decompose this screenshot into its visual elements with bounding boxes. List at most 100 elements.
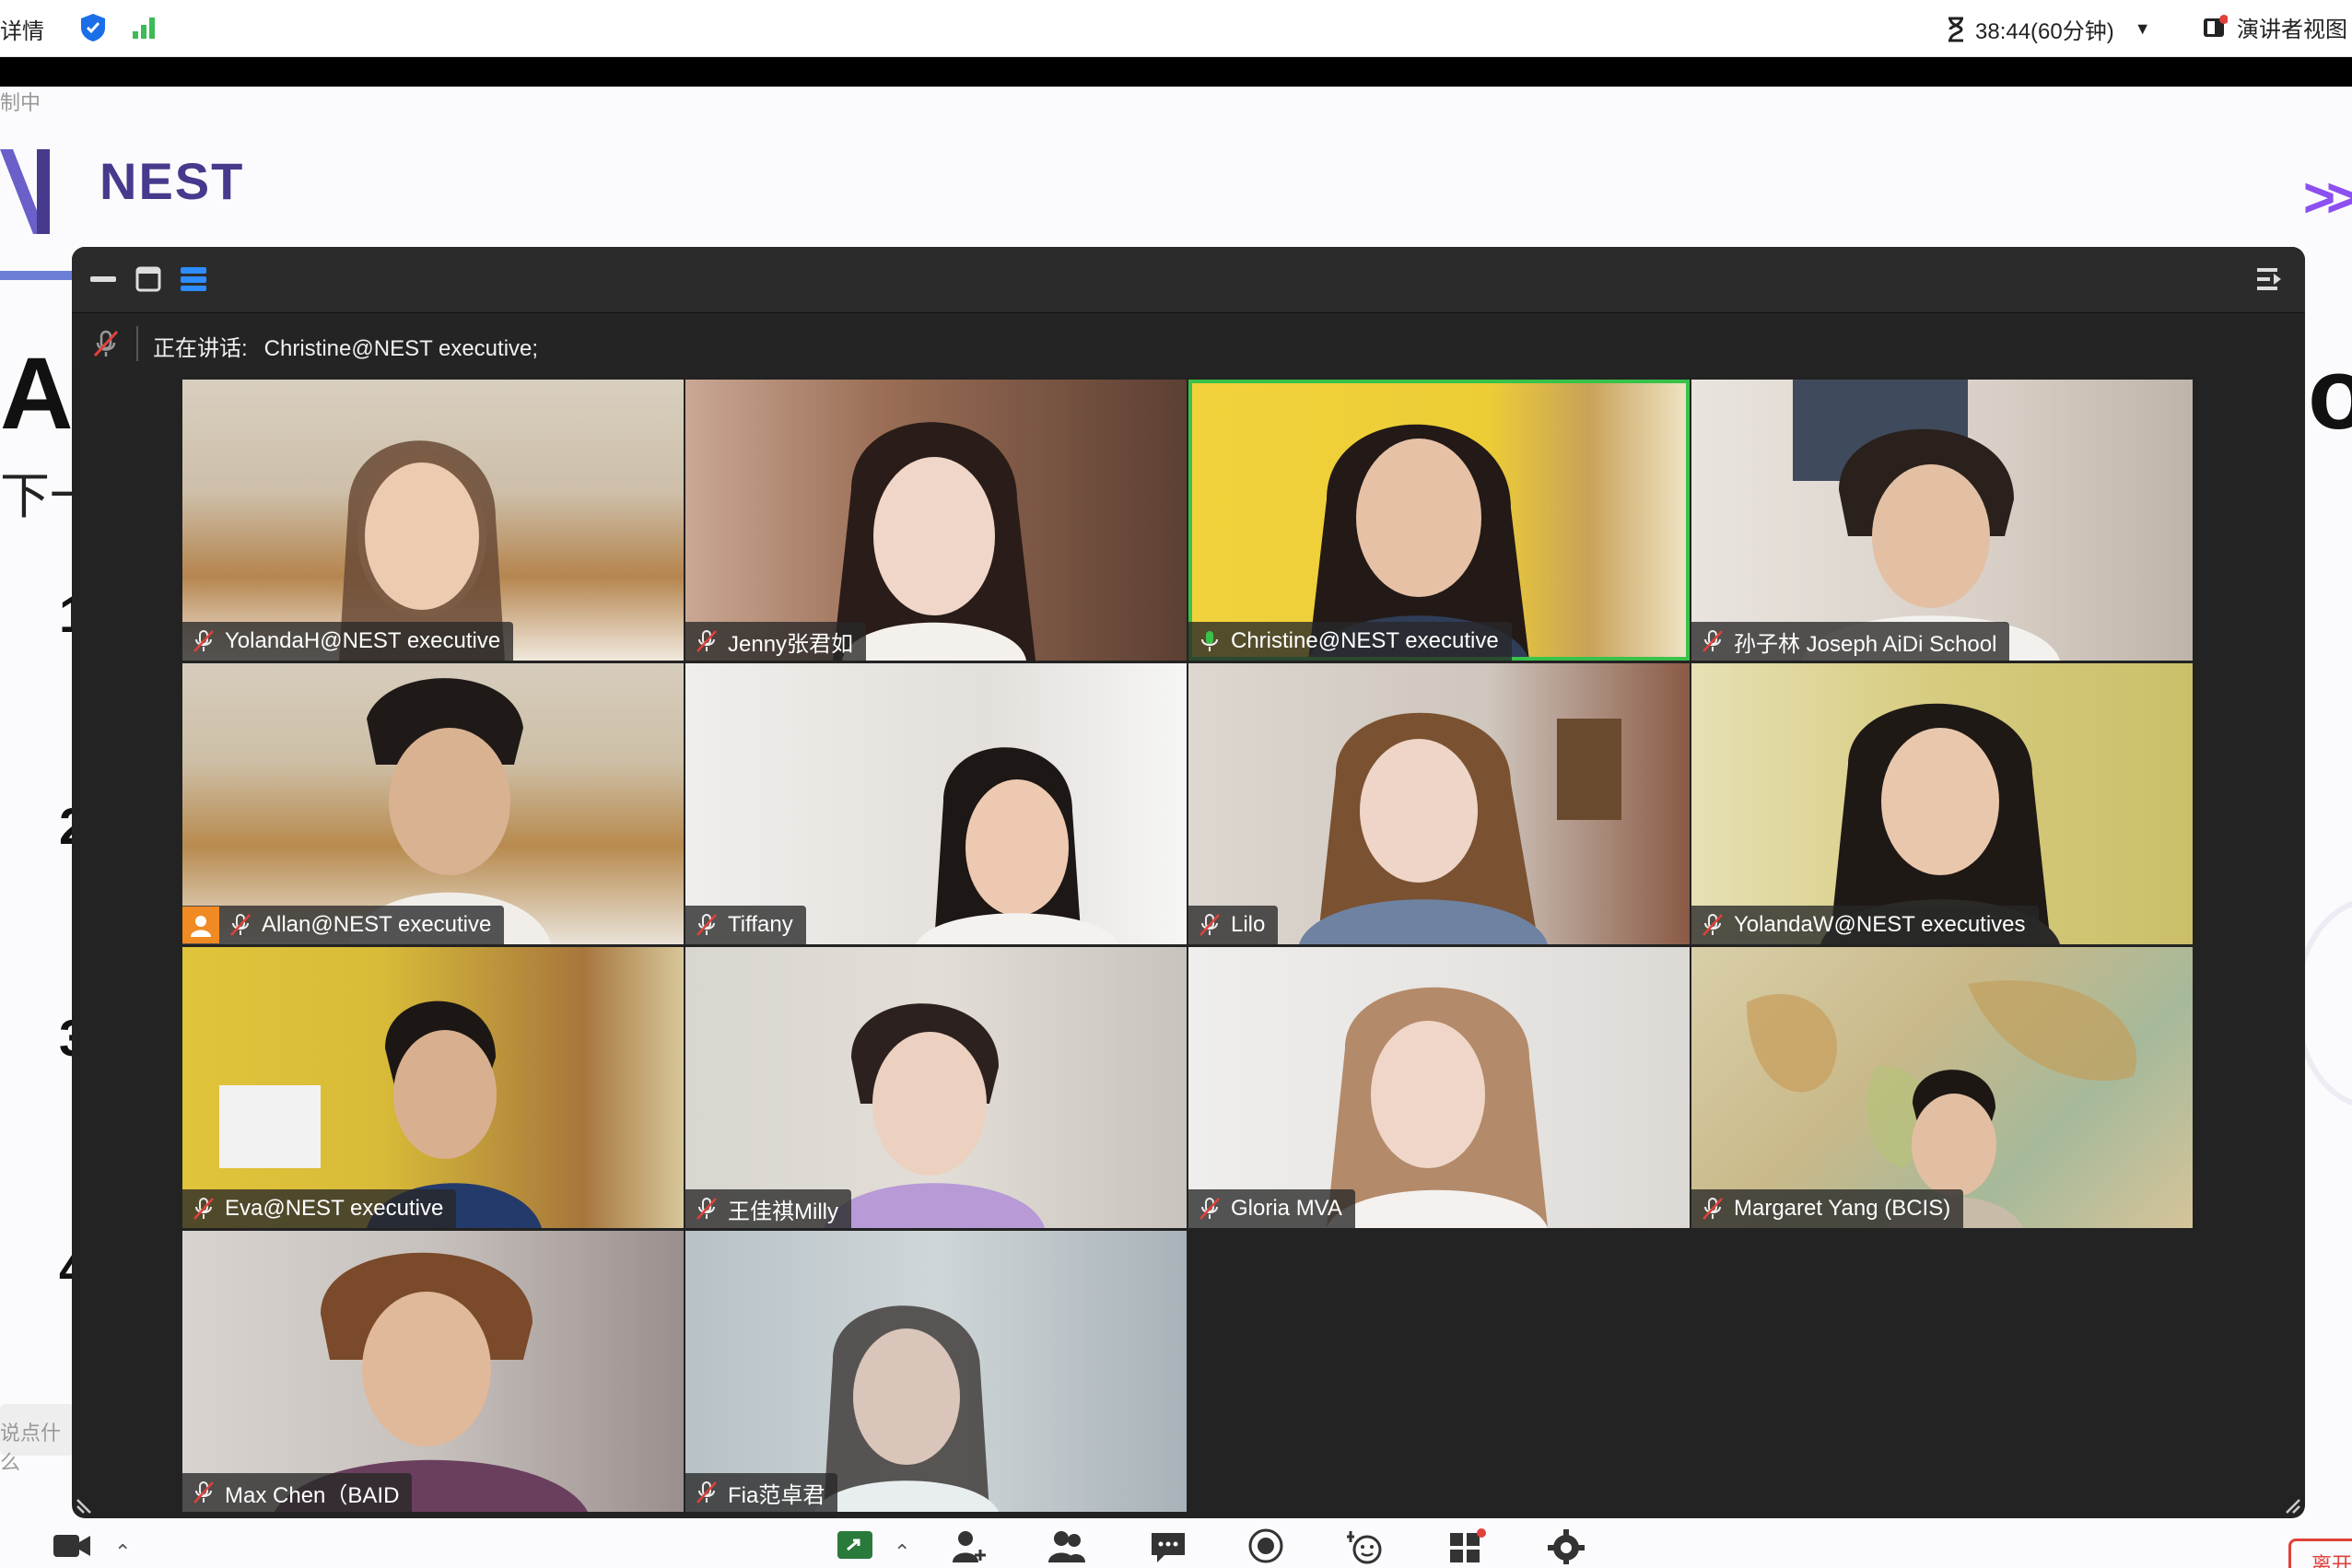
timer-text: 38:44(60分钟) (1975, 19, 2114, 44)
participant-name: YolandaW@NEST executives (1734, 912, 2026, 937)
chevron-up-icon[interactable]: ⌃ (894, 1540, 910, 1564)
participant-tile[interactable]: 孙子林 Joseph AiDi School (1691, 380, 2193, 661)
participant-tile[interactable]: 王佳祺Milly (685, 947, 1187, 1228)
muted-mic-icon (193, 1481, 214, 1504)
participant-name: Tiffany (728, 912, 793, 937)
share-screen-icon[interactable] (835, 1527, 875, 1564)
chat-icon[interactable] (1148, 1527, 1188, 1564)
participant-name: 王佳祺Milly (728, 1199, 838, 1224)
participant-tile-active[interactable]: Christine@NEST executive (1188, 380, 1690, 661)
maximize-icon[interactable] (135, 265, 162, 293)
participant-name: Eva@NEST executive (225, 1196, 444, 1221)
gallery-view-icon[interactable] (179, 265, 208, 293)
muted-mic-icon (193, 630, 214, 652)
participant-video (814, 1305, 999, 1512)
avatar (182, 907, 219, 943)
participant-name-tag: Max Chen（BAID (182, 1473, 413, 1512)
participant-video (1299, 712, 1621, 944)
participant-tile[interactable]: YolandaW@NEST executives (1691, 663, 2193, 944)
muted-mic-icon[interactable] (90, 328, 122, 359)
apps-icon[interactable] (1446, 1527, 1487, 1564)
slide-accent-bar (0, 271, 74, 280)
muted-mic-icon (1199, 914, 1220, 936)
reactions-icon[interactable] (1345, 1527, 1386, 1564)
participant-tile[interactable]: Eva@NEST executive (182, 947, 684, 1228)
participant-name: Max Chen（BAID (225, 1482, 400, 1508)
resize-handle-icon[interactable] (2277, 1491, 2301, 1515)
minimize-icon[interactable] (90, 275, 118, 284)
meeting-details-link[interactable]: 详情 (0, 13, 44, 45)
participant-tile[interactable]: Margaret Yang (BCIS) (1691, 947, 2193, 1228)
participant-tile[interactable]: Allan@NEST executive (182, 663, 684, 944)
double-chevron-icon: >> (2303, 167, 2352, 228)
participant-name-tag: Fia范卓君 (685, 1473, 838, 1512)
participant-tile[interactable]: YolandaH@NEST executive (182, 380, 684, 661)
participant-name: Christine@NEST executive (1231, 628, 1499, 653)
network-signal-icon[interactable] (131, 15, 158, 41)
speaking-status: 正在讲话: Christine@NEST executive; (153, 330, 538, 362)
screen-share-border (0, 57, 2352, 87)
participant-video (219, 1000, 542, 1228)
participant-video (1308, 424, 1529, 661)
slide-corner-text: 制中 (0, 91, 41, 114)
participant-tile[interactable]: Fia范卓君 (685, 1231, 1187, 1512)
chevron-down-icon[interactable]: ▼ (2135, 19, 2151, 39)
participant-video (1820, 703, 2060, 944)
participant-name-tag: Christine@NEST executive (1188, 622, 1512, 661)
video-camera-icon[interactable] (52, 1527, 92, 1564)
chevron-up-icon[interactable]: ⌃ (114, 1540, 131, 1564)
participant-name-tag: 孙子林 Joseph AiDi School (1691, 622, 2010, 661)
active-speaker-bar: 正在讲话: Christine@NEST executive; (72, 313, 2305, 374)
record-icon[interactable] (1246, 1527, 1286, 1564)
meeting-toolbar: ⌃ ⌃ (0, 1524, 2352, 1568)
participant-name-tag: 王佳祺Milly (685, 1189, 851, 1228)
participant-name-tag: YolandaW@NEST executives (1691, 906, 2039, 944)
participant-name: Margaret Yang (BCIS) (1734, 1196, 1951, 1221)
settings-icon[interactable] (1546, 1527, 1586, 1564)
muted-mic-icon (696, 914, 717, 936)
participant-tile[interactable]: Lilo (1188, 663, 1690, 944)
participant-video (916, 747, 1118, 944)
participant-name-tag: Jenny张君如 (685, 622, 867, 661)
meeting-timer[interactable]: 38:44(60分钟) ▼ (1946, 13, 2151, 45)
muted-mic-icon (1199, 1198, 1220, 1220)
participant-name: Gloria MVA (1231, 1196, 1342, 1221)
chat-input-stub[interactable]: 说点什么 (0, 1404, 74, 1474)
resize-handle-icon[interactable] (76, 1491, 99, 1515)
participant-video (833, 422, 1036, 661)
slide-heading-right: ol (2308, 337, 2352, 451)
participant-video (1747, 980, 2137, 1228)
participant-name-tag: Eva@NEST executive (182, 1189, 457, 1228)
speaker-bar-divider (136, 326, 138, 361)
speaker-view-button[interactable]: 演讲者视图 (2202, 11, 2347, 43)
participant-name-tag: Margaret Yang (BCIS) (1691, 1189, 1964, 1228)
meeting-info-bar: 详情 38:44(60分钟) ▼ 演讲者视图 (0, 0, 2352, 57)
hourglass-icon (1948, 17, 1963, 41)
participant-name: Allan@NEST executive (262, 912, 492, 937)
hide-panel-icon[interactable] (2255, 265, 2285, 293)
participant-video (1793, 380, 2060, 661)
participant-tile[interactable]: Tiffany (685, 663, 1187, 944)
participant-name-tag: YolandaH@NEST executive (182, 622, 514, 661)
participant-video (275, 1252, 588, 1512)
user-avatar-icon (191, 916, 211, 937)
speaking-name: Christine@NEST executive; (263, 336, 539, 361)
security-shield-icon[interactable] (79, 12, 107, 43)
participant-name: YolandaH@NEST executive (225, 628, 501, 653)
participant-video (339, 440, 505, 661)
muted-mic-icon (1703, 914, 1723, 936)
gallery-view-window: 正在讲话: Christine@NEST executive; YolandaH@… (72, 247, 2305, 1518)
leave-button[interactable]: 离开 (2288, 1539, 2352, 1568)
participants-icon[interactable] (1047, 1527, 1087, 1564)
participant-tile[interactable]: Jenny张君如 (685, 380, 1187, 661)
participants-add-icon[interactable] (949, 1527, 989, 1564)
participant-tile[interactable]: Gloria MVA (1188, 947, 1690, 1228)
participant-name: Jenny张君如 (728, 631, 854, 657)
participant-name-tag: Allan@NEST executive (182, 906, 505, 944)
muted-mic-icon (1703, 630, 1723, 652)
speaker-view-icon (2204, 14, 2228, 37)
participant-grid: YolandaH@NEST executive Jenny张君如 Christi… (182, 380, 2194, 1515)
participant-tile[interactable]: Max Chen（BAID (182, 1231, 684, 1512)
nest-logo-text: NEST (99, 152, 245, 210)
participant-video (348, 678, 551, 944)
